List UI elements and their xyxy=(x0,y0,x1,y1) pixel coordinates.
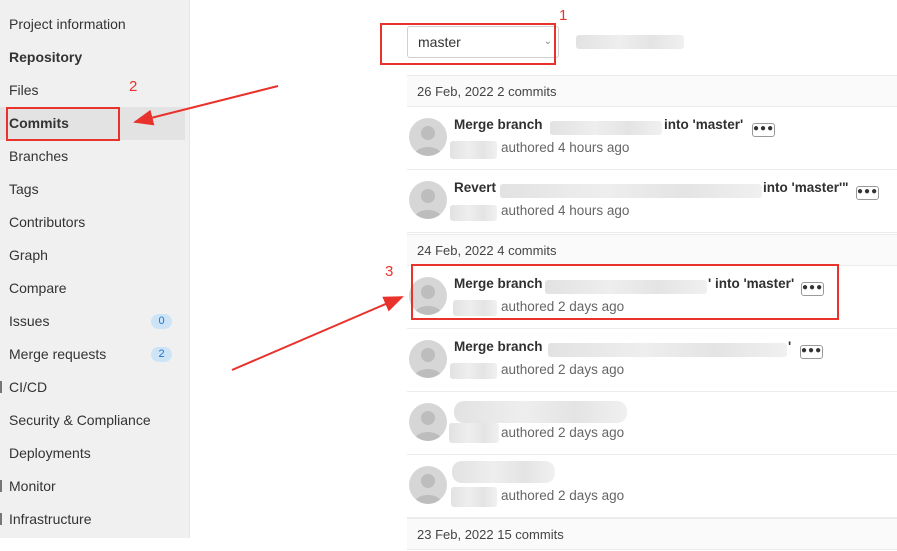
annotation-arrow-3 xyxy=(231,296,404,371)
annotation-arrows xyxy=(133,85,404,371)
annotation-arrow-2 xyxy=(133,85,279,126)
